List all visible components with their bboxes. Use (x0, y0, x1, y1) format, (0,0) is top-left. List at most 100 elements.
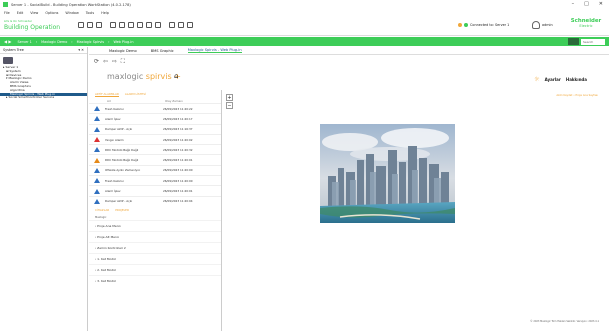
alarm-time: 26/09/2023 11:20:01 (163, 158, 193, 163)
breadcrumb-link[interactable]: Akıllı Kaydet • Proje Ana Sayfası (556, 94, 598, 97)
alarm-warning-icon (89, 126, 105, 132)
list-item[interactable]: › 3. Kat Modül (89, 274, 221, 286)
alarm-warning-icon (89, 198, 105, 204)
page-toolbar[interactable]: ⟳ ⇦ ⇨ ⛶ (94, 58, 126, 66)
table-row[interactable]: Fresh Kalorisi 26/09/2023 11:20:00 (89, 175, 221, 185)
close-button[interactable]: ✕ (599, 1, 603, 7)
search-input[interactable]: Search (581, 38, 605, 45)
brand-tagline: Life Is On Schneider (4, 19, 32, 23)
menu-tools[interactable]: Tools (86, 11, 94, 15)
breadcrumb-item[interactable]: Server 1 (17, 40, 31, 44)
toolbar-icons (78, 22, 193, 28)
nav-right: Search (568, 38, 605, 45)
clipboard-icon[interactable] (146, 22, 152, 28)
table-row[interactable]: Ofisiste Aydın Zamanlyıcı 26/09/2023 11:2… (89, 164, 221, 175)
brand: Life Is On Schneider Building Operation (4, 19, 60, 31)
search-icon[interactable] (169, 22, 175, 28)
list-item[interactable]: › Proje Alt Menü (89, 230, 221, 242)
tab-projects[interactable]: PROJELER (115, 208, 129, 212)
menu-help[interactable]: Help (101, 11, 109, 15)
list-icon[interactable] (78, 22, 84, 28)
about-link[interactable]: Hakkında (566, 77, 587, 82)
paste-icon[interactable] (137, 22, 143, 28)
settings-icon[interactable] (178, 22, 184, 28)
minimize-button[interactable]: – (572, 1, 575, 7)
back-icon[interactable] (110, 22, 116, 28)
back-arrow-icon[interactable]: ◀ ▶ (4, 39, 11, 44)
system-tree-header: System Tree ▾ ✕ (0, 47, 87, 54)
app-toolbar: Life Is On Schneider Building Operation … (0, 16, 609, 36)
tree-item[interactable]: ▸ Social SmartController Service (0, 96, 87, 100)
connection-label: Connected to: Server 1 (470, 23, 510, 27)
refresh-icon[interactable] (96, 22, 102, 28)
breadcrumb: Server 1 › Maxlogic Demo › Maxlogic Spirvi… (17, 39, 134, 44)
table-row[interactable]: Damper Aktif - Açık 26/09/2023 11:20:04 (89, 195, 221, 206)
table-row[interactable]: Alarm İşlev 26/09/2023 11:20:17 (89, 113, 221, 123)
alarm-time: 26/09/2023 11:20:00 (163, 178, 193, 183)
list-item[interactable]: › 1. Kat Modül (89, 252, 221, 264)
alarm-warning-icon (89, 157, 105, 163)
alarm-name: Fresh Kalorisi (105, 178, 124, 183)
tab-web-plugin[interactable]: Maxlogic Spirvis - Web Plug-in (187, 48, 242, 53)
alarm-time: 26/09/2023 11:16:37 (163, 127, 193, 132)
alarm-name: Fresh Kalorisi (105, 106, 124, 111)
breadcrumb-item[interactable]: Web Plug-in (113, 40, 133, 44)
tab-alarm-list[interactable]: ALARM LİSTESİ (125, 92, 146, 96)
home-icon[interactable]: ⌂ (174, 72, 178, 80)
logo-main: maxlogic (107, 72, 144, 81)
copy-icon[interactable] (128, 22, 134, 28)
alarm-warning-icon (89, 178, 105, 184)
menu-options[interactable]: Options (45, 11, 58, 15)
menu-window[interactable]: Window (65, 11, 78, 15)
alarm-name: Alarm İşlev (105, 189, 121, 194)
connection-status: Connected to: Server 1 (458, 23, 509, 27)
system-tree: ▸ Server 1 ⊞ System ⊞ Devices ▾ Maxlogic De… (0, 65, 87, 100)
tree-toolbar-icon[interactable] (3, 57, 13, 64)
menu-edit[interactable]: Edit (17, 11, 24, 15)
panel-toggle-icon[interactable] (568, 38, 579, 45)
project-label: 3. Kat Modül (97, 278, 116, 283)
tab-active-alarms[interactable]: AKTİF ALARMLAR (95, 92, 119, 97)
warning-icon (458, 23, 462, 27)
tab-devices[interactable]: CİHAZLAR (95, 208, 109, 212)
alarm-warning-icon (89, 116, 105, 122)
alarm-name: Alarm İşlev (105, 116, 121, 121)
column-name[interactable]: Ad (107, 99, 165, 103)
panel-menu-icon[interactable]: ▾ ✕ (78, 48, 84, 52)
user-menu[interactable]: admin (532, 21, 553, 29)
table-row[interactable]: DDC Modülü Bağlı Değil 26/09/2023 11:20:0… (89, 154, 221, 164)
table-row[interactable]: Alarm İşlev 26/09/2023 11:20:01 (89, 185, 221, 195)
list-item[interactable]: › 2. Kat Modül (89, 263, 221, 275)
settings-link[interactable]: Ayarlar (545, 77, 561, 82)
menu-file[interactable]: File (4, 11, 10, 15)
breadcrumb-item[interactable]: Maxlogic Spirvis (77, 40, 104, 44)
alarm-time: 26/09/2023 11:20:22 (163, 106, 193, 111)
table-row[interactable]: Yangın Alarmı 26/09/2023 11:20:02 (89, 133, 221, 144)
list-item[interactable]: › Zemin Kontrolleri 2 (89, 241, 221, 253)
project-label: Proje Ana Menü (97, 223, 121, 228)
menu-view[interactable]: View (30, 11, 38, 15)
help-icon[interactable] (187, 22, 193, 28)
tab-maxlogic-demo[interactable]: Maxlogic Demo (109, 49, 137, 53)
alarm-name: Damper Aktif - Açık (105, 199, 133, 204)
menu-bar: File Edit View Options Window Tools Help (0, 9, 609, 16)
breadcrumb-item[interactable]: Maxlogic Demo (41, 40, 67, 44)
list-item[interactable]: › Proje Ana Menü (89, 219, 221, 231)
table-row[interactable]: Damper Aktif - Açık 26/09/2023 11:16:37 (89, 123, 221, 134)
tab-bms-graphic[interactable]: BMS Graphic (151, 49, 174, 53)
document-icon[interactable] (155, 22, 161, 28)
schneider-logo: Schneider Electric (566, 18, 606, 28)
status-ok-icon (464, 23, 468, 27)
column-time[interactable]: Olay Zamanı (165, 99, 183, 103)
tools-icon[interactable] (87, 22, 93, 28)
table-row[interactable]: DDC Modülü Bağlı Değil 26/09/2023 11:20:3… (89, 144, 221, 154)
table-row[interactable]: Fresh Kalorisi 26/09/2023 11:20:22 (89, 103, 221, 113)
project-label: Proje Alt Menü (97, 234, 119, 239)
maximize-button[interactable]: □ (584, 1, 589, 7)
alarm-time: 26/09/2023 11:20:17 (163, 116, 193, 121)
sun-icon[interactable]: ☼ (534, 76, 539, 83)
window-titlebar: Server 1 - SocialBuild - Building Operat… (0, 0, 609, 9)
alarm-tabs: AKTİF ALARMLAR ALARM LİSTESİ (89, 90, 221, 98)
window-title: Server 1 - SocialBuild - Building Operat… (11, 2, 131, 7)
forward-icon[interactable] (119, 22, 125, 28)
